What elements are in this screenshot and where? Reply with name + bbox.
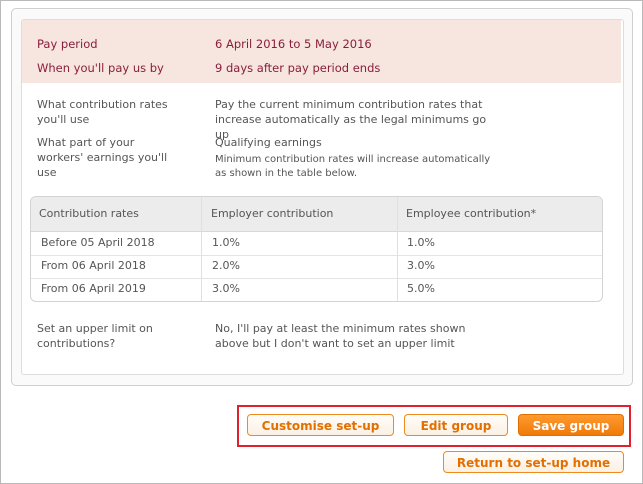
employee-rate: 3.0% [407,259,435,272]
employee-rate: 5.0% [407,282,435,295]
contribution-rates-table: Contribution rates Employer contribution… [30,196,603,302]
employer-rate: 1.0% [212,236,240,249]
table-row: Before 05 April 2018 1.0% 1.0% [31,232,602,256]
save-group-button[interactable]: Save group [518,414,624,436]
pay-period-label: Pay period [37,37,98,51]
table-row: From 06 April 2019 3.0% 5.0% [31,278,602,301]
upper-limit-value: No, I'll pay at least the minimum rates … [215,322,466,350]
edit-group-button[interactable]: Edit group [404,414,508,436]
customise-setup-button[interactable]: Customise set-up [247,414,394,436]
employer-rate: 2.0% [212,259,240,272]
return-to-setup-home-button[interactable]: Return to set-up home [443,451,624,473]
table-row: From 06 April 2018 2.0% 3.0% [31,255,602,279]
table-header: Contribution rates Employer contribution… [31,197,602,232]
rate-period: From 06 April 2019 [41,282,146,295]
header-employee-contribution: Employee contribution* [406,207,537,220]
earnings-basis-note: Minimum contribution rates will increase… [215,154,491,179]
pay-us-by-label: When you'll pay us by [37,61,164,75]
header-contribution-rates: Contribution rates [39,207,139,220]
earnings-basis-label: What part of your workers' earnings you'… [37,136,168,179]
rate-period: From 06 April 2018 [41,259,146,272]
header-employer-contribution: Employer contribution [211,207,334,220]
pay-us-by-value: 9 days after pay period ends [215,61,381,75]
earnings-basis-value: Qualifying earnings [215,136,322,149]
employer-rate: 3.0% [212,282,240,295]
upper-limit-label: Set an upper limit on contributions? [37,322,153,350]
pay-period-value: 6 April 2016 to 5 May 2016 [215,37,372,51]
contribution-rates-label: What contribution rates you'll use [37,98,168,126]
employee-rate: 1.0% [407,236,435,249]
rate-period: Before 05 April 2018 [41,236,155,249]
